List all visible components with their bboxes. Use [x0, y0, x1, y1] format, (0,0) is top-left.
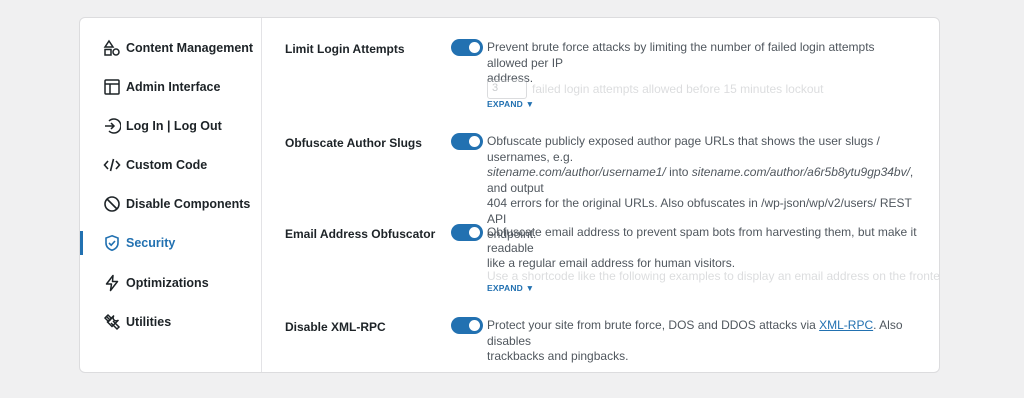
disable-xmlrpc-toggle[interactable] [451, 317, 483, 334]
prohibited-icon [103, 195, 121, 213]
layout-icon [103, 78, 121, 96]
settings-card: Content Management Admin Interface Log I… [79, 17, 940, 373]
xmlrpc-link[interactable]: XML-RPC [819, 318, 873, 332]
lightning-icon [103, 274, 121, 292]
expand-email-button[interactable]: EXPAND ▼ [487, 283, 534, 293]
limit-login-label: Limit Login Attempts [285, 42, 405, 56]
disable-xmlrpc-description: Protect your site from brute force, DOS … [487, 318, 917, 365]
login-attempts-input[interactable]: 3 [487, 79, 527, 99]
shield-icon [103, 234, 121, 252]
sidebar: Content Management Admin Interface Log I… [80, 18, 262, 372]
code-icon [103, 156, 121, 174]
limit-login-description: Prevent brute force attacks by limiting … [487, 40, 917, 87]
sidebar-item-label: Content Management [126, 41, 254, 55]
email-obfuscator-label: Email Address Obfuscator [285, 227, 436, 241]
obfuscate-author-label: Obfuscate Author Slugs [285, 136, 422, 150]
description-line: Obfuscate email address to prevent spam … [487, 225, 917, 255]
sidebar-item-label: Utilities [126, 315, 172, 329]
login-attempts-text: failed login attempts allowed before 15 … [532, 82, 824, 96]
sidebar-item-label: Optimizations [126, 276, 209, 290]
sidebar-item-optimizations[interactable]: Optimizations [80, 267, 261, 299]
limit-login-toggle[interactable] [451, 39, 483, 56]
sidebar-item-utilities[interactable]: Utilities [80, 306, 261, 338]
email-shortcode-hint: Use a shortcode like the following examp… [487, 269, 940, 283]
email-obfuscator-description: Obfuscate email address to prevent spam … [487, 225, 917, 272]
sidebar-item-content-management[interactable]: Content Management [80, 32, 261, 64]
email-obfuscator-toggle[interactable] [451, 224, 483, 241]
description-line: Obfuscate publicly exposed author page U… [487, 134, 880, 164]
expand-login-button[interactable]: EXPAND ▼ [487, 99, 534, 109]
sidebar-item-security[interactable]: Security [80, 227, 261, 259]
expand-label: EXPAND [487, 283, 523, 293]
sidebar-item-label: Custom Code [126, 158, 208, 172]
description-line: sitename.com/author/username1/ into site… [487, 165, 917, 196]
expand-label: EXPAND [487, 99, 523, 109]
description-line: trackbacks and pingbacks. [487, 349, 629, 363]
sidebar-item-label: Security [126, 236, 176, 250]
sidebar-item-login-logout[interactable]: Log In | Log Out [80, 110, 261, 142]
description-line: Protect your site from brute force, DOS … [487, 318, 917, 349]
sidebar-item-admin-interface[interactable]: Admin Interface [80, 71, 261, 103]
login-icon [103, 117, 121, 135]
sidebar-item-disable-components[interactable]: Disable Components [80, 188, 261, 220]
description-text: Protect your site from brute force, DOS … [487, 318, 820, 332]
disable-xmlrpc-label: Disable XML-RPC [285, 320, 386, 334]
sidebar-item-label: Admin Interface [126, 80, 221, 94]
shapes-icon [103, 39, 121, 57]
description-line: 404 errors for the original URLs. Also o… [487, 196, 912, 226]
sidebar-item-label: Log In | Log Out [126, 119, 222, 133]
description-line: Prevent brute force attacks by limiting … [487, 40, 875, 70]
obfuscate-author-toggle[interactable] [451, 133, 483, 150]
tools-icon [103, 313, 121, 331]
example-url-original: sitename.com/author/username1/ [487, 165, 666, 179]
sidebar-item-label: Disable Components [126, 197, 251, 211]
description-text: into [665, 165, 692, 179]
caret-down-icon: ▼ [525, 283, 535, 293]
sidebar-item-custom-code[interactable]: Custom Code [80, 149, 261, 181]
example-url-obfuscated: sitename.com/author/a6r5b8ytu9gp34bv/ [691, 165, 910, 179]
caret-down-icon: ▼ [525, 99, 535, 109]
